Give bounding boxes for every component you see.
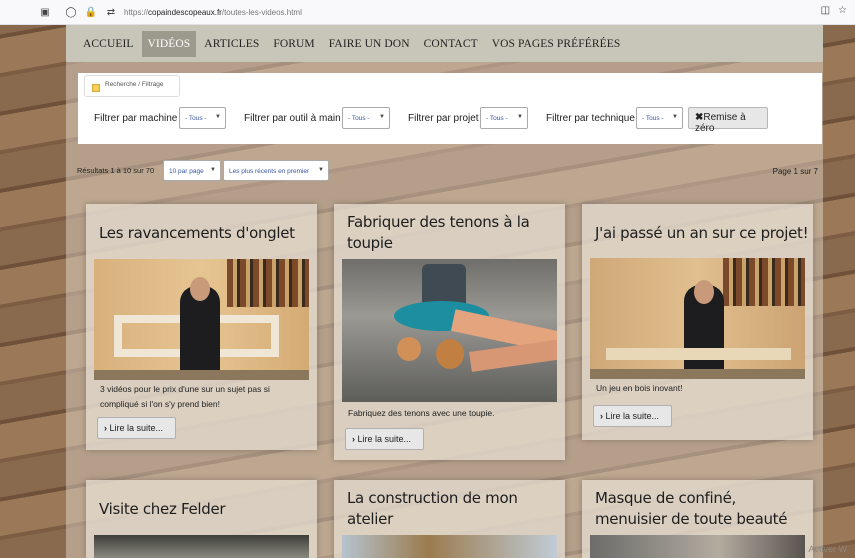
shelf-image bbox=[227, 259, 309, 308]
nav-item-videos[interactable]: VIDÉOS bbox=[141, 30, 197, 57]
video-card: La construction de mon atelier bbox=[334, 480, 565, 558]
video-thumbnail[interactable] bbox=[342, 535, 557, 558]
toolbar-right: ◫ ☆ bbox=[821, 5, 847, 16]
card-description: Fabriquez des tenons avec une toupie. bbox=[348, 408, 495, 418]
outil-label: Filtrer par outil à main bbox=[244, 113, 341, 124]
chevron-right-icon: › bbox=[352, 434, 355, 444]
floor-image bbox=[590, 369, 805, 379]
read-more-button[interactable]: › Lire la suite... bbox=[593, 405, 672, 427]
site-container: ACCUEIL VIDÉOS ARTICLES FORUM FAIRE UN D… bbox=[66, 25, 823, 558]
projet-select[interactable]: - Tous - ▼ bbox=[480, 107, 528, 129]
chevron-down-icon: ▼ bbox=[210, 167, 216, 173]
read-more-label: Lire la suite... bbox=[605, 411, 660, 421]
translate-icon[interactable]: ◫ bbox=[821, 5, 830, 16]
read-more-button[interactable]: › Lire la suite... bbox=[345, 428, 424, 450]
filter-panel: Recherche / Filtrage Filtrer par machine… bbox=[78, 73, 822, 144]
read-more-label: Lire la suite... bbox=[357, 434, 412, 444]
video-card: Masque de confiné, menuisier de toute be… bbox=[582, 480, 813, 558]
technique-label: Filtrer par technique bbox=[546, 113, 635, 124]
video-thumbnail[interactable] bbox=[590, 535, 805, 558]
bookmark-star-icon[interactable]: ☆ bbox=[838, 5, 847, 16]
main-nav: ACCUEIL VIDÉOS ARTICLES FORUM FAIRE UN D… bbox=[66, 25, 823, 62]
filter-tab[interactable]: Recherche / Filtrage bbox=[84, 75, 180, 97]
video-thumbnail[interactable] bbox=[342, 259, 557, 402]
url-domain: copaindescopeaux.fr bbox=[148, 7, 222, 17]
address-bar[interactable]: https://copaindescopeaux.fr/toutes-les-v… bbox=[124, 8, 302, 17]
activation-watermark: Activer W bbox=[808, 544, 847, 554]
outil-select[interactable]: - Tous - ▼ bbox=[342, 107, 390, 129]
filter-tab-label: Recherche / Filtrage bbox=[105, 81, 164, 88]
nav-item-don[interactable]: FAIRE UN DON bbox=[323, 31, 416, 57]
results-count: Résultats 1 à 10 sur 70 bbox=[77, 166, 155, 175]
machine-select-value: - Tous - bbox=[185, 115, 207, 122]
permissions-icon[interactable]: ⇄ bbox=[104, 7, 118, 18]
browser-toolbar: ▣ ◯ 🔒 ⇄ https://copaindescopeaux.fr/tout… bbox=[0, 0, 855, 25]
technique-select-value: - Tous - bbox=[642, 115, 664, 122]
card-title[interactable]: Visite chez Felder bbox=[99, 499, 309, 520]
table-image bbox=[606, 348, 791, 360]
machine-label: Filtrer par machine bbox=[94, 113, 178, 124]
card-title[interactable]: J'ai passé un an sur ce projet! bbox=[595, 223, 810, 244]
per-page-select[interactable]: 10 par page ▼ bbox=[163, 160, 221, 181]
read-more-label: Lire la suite... bbox=[109, 423, 164, 433]
sort-select[interactable]: Les plus récents en premier ▼ bbox=[223, 160, 329, 181]
shelf-image bbox=[723, 258, 805, 307]
card-description: 3 vidéos pour le prix d'une sur un sujet… bbox=[100, 384, 270, 409]
nav-item-forum[interactable]: FORUM bbox=[267, 31, 320, 57]
reset-button[interactable]: ✖Remise à zéro bbox=[688, 107, 768, 134]
card-description: Un jeu en bois inovant! bbox=[596, 383, 683, 393]
knob-image bbox=[397, 337, 421, 361]
per-page-value: 10 par page bbox=[169, 168, 204, 175]
chevron-right-icon: › bbox=[104, 423, 107, 433]
filter-row: Filtrer par machine - Tous - ▼ Filtrer pa… bbox=[78, 107, 822, 134]
card-title[interactable]: La construction de mon atelier bbox=[347, 488, 557, 530]
read-more-button[interactable]: › Lire la suite... bbox=[97, 417, 176, 439]
video-thumbnail[interactable] bbox=[94, 535, 309, 558]
firefox-view-icon[interactable]: ▣ bbox=[38, 7, 52, 18]
chevron-down-icon: ▼ bbox=[215, 114, 221, 120]
sort-value: Les plus récents en premier bbox=[229, 168, 310, 175]
reset-label: Remise à zéro bbox=[695, 112, 746, 134]
url-path: /toutes-les-videos.html bbox=[221, 7, 302, 17]
outil-select-value: - Tous - bbox=[348, 115, 370, 122]
card-title[interactable]: Fabriquer des tenons à la toupie bbox=[347, 212, 557, 254]
nav-item-favoris[interactable]: VOS PAGES PRÉFÉRÉES bbox=[486, 31, 627, 57]
page-info: Page 1 sur 7 bbox=[772, 167, 818, 176]
projet-label: Filtrer par projet bbox=[408, 113, 479, 124]
lock-icon[interactable]: 🔒 bbox=[84, 7, 98, 18]
projet-select-value: - Tous - bbox=[486, 115, 508, 122]
card-title[interactable]: Masque de confiné, menuisier de toute be… bbox=[595, 488, 810, 530]
chevron-down-icon: ▼ bbox=[379, 114, 385, 120]
floor-image bbox=[94, 370, 309, 380]
chevron-down-icon: ▼ bbox=[672, 114, 678, 120]
person-head-image bbox=[694, 280, 714, 304]
video-thumbnail[interactable] bbox=[94, 259, 309, 380]
chevron-right-icon: › bbox=[600, 411, 603, 421]
chevron-down-icon: ▼ bbox=[318, 167, 324, 173]
person-head-image bbox=[190, 277, 210, 301]
card-title[interactable]: Les ravancements d'onglet bbox=[99, 223, 309, 244]
machine-select[interactable]: - Tous - ▼ bbox=[179, 107, 226, 129]
chevron-down-icon: ▼ bbox=[517, 114, 523, 120]
video-card: Fabriquer des tenons à la toupie Fabriqu… bbox=[334, 204, 565, 460]
video-card: Visite chez Felder bbox=[86, 480, 317, 558]
video-thumbnail[interactable] bbox=[590, 258, 805, 379]
nav-item-articles[interactable]: ARTICLES bbox=[198, 31, 265, 57]
technique-select[interactable]: - Tous - ▼ bbox=[636, 107, 683, 129]
video-card: J'ai passé un an sur ce projet! Un jeu e… bbox=[582, 204, 813, 440]
knob-image bbox=[436, 339, 464, 369]
url-prefix: https:// bbox=[124, 7, 149, 17]
folder-icon bbox=[92, 84, 100, 92]
nav-item-contact[interactable]: CONTACT bbox=[418, 31, 484, 57]
shield-icon[interactable]: ◯ bbox=[64, 7, 78, 18]
nav-item-accueil[interactable]: ACCUEIL bbox=[77, 31, 140, 57]
video-card: Les ravancements d'onglet 3 vidéos pour … bbox=[86, 204, 317, 450]
